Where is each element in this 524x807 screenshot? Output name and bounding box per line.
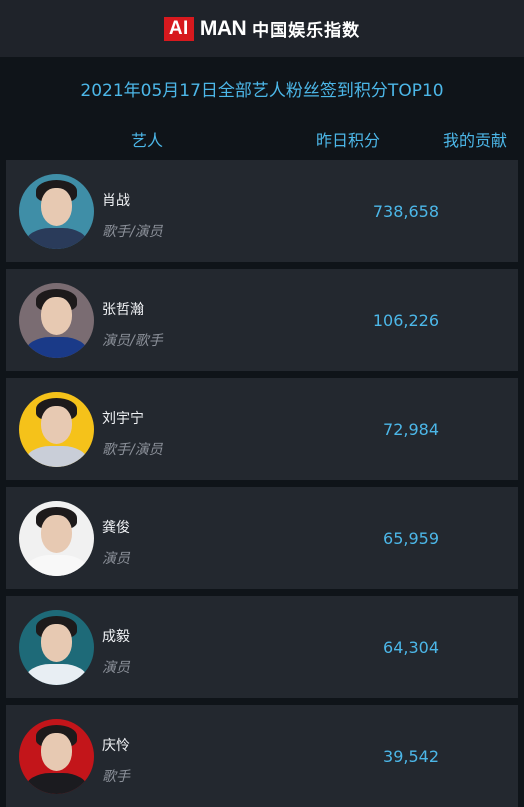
header-bar: AI MAN 中国娱乐指数 xyxy=(0,0,524,57)
avatar-clothes xyxy=(25,773,88,794)
avatar xyxy=(19,392,94,467)
page-title: 2021年05月17日全部艺人粉丝签到积分TOP10 xyxy=(80,80,444,101)
artist-role: 演员 xyxy=(102,660,130,676)
list-item[interactable]: 龚俊 演员 65,959 xyxy=(6,487,518,589)
artist-score: 65,959 xyxy=(383,529,439,548)
list-item[interactable]: 庆怜 歌手 39,542 xyxy=(6,705,518,807)
avatar-clothes xyxy=(25,446,88,467)
list-item[interactable]: 成毅 演员 64,304 xyxy=(6,596,518,698)
artist-score: 738,658 xyxy=(372,202,439,221)
list-item[interactable]: 刘宇宁 歌手/演员 72,984 xyxy=(6,378,518,480)
avatar-clothes xyxy=(25,555,88,576)
artist-role: 歌手/演员 xyxy=(102,442,163,458)
artist-score: 64,304 xyxy=(383,638,439,657)
avatar xyxy=(19,174,94,249)
artist-name: 刘宇宁 xyxy=(102,411,144,427)
list-item[interactable]: 肖战 歌手/演员 738,658 xyxy=(6,160,518,262)
avatar xyxy=(19,283,94,358)
list-item[interactable]: 张哲瀚 演员/歌手 106,226 xyxy=(6,269,518,371)
column-contribution[interactable]: 我的贡献 xyxy=(443,127,507,151)
artist-role: 演员/歌手 xyxy=(102,333,163,349)
avatar-clothes xyxy=(25,664,88,685)
artist-role: 演员 xyxy=(102,551,130,567)
avatar-clothes xyxy=(25,337,88,358)
avatar-clothes xyxy=(25,228,88,249)
artist-name: 肖战 xyxy=(102,193,130,209)
brand-logo-man: MAN xyxy=(199,16,247,40)
artist-name: 张哲瀚 xyxy=(102,302,144,318)
avatar xyxy=(19,719,94,794)
artist-role: 歌手 xyxy=(102,769,130,785)
brand-subtitle: 中国娱乐指数 xyxy=(252,21,361,41)
artist-name: 庆怜 xyxy=(102,738,130,754)
column-headers: 艺人 昨日积分 我的贡献 xyxy=(0,119,524,157)
artist-score: 106,226 xyxy=(372,311,439,330)
column-artist: 艺人 xyxy=(131,131,164,150)
artist-score: 72,984 xyxy=(383,420,439,439)
column-score: 昨日积分 xyxy=(316,131,381,150)
artist-name: 成毅 xyxy=(102,629,130,645)
brand-logo-ai: AI xyxy=(163,16,194,41)
avatar xyxy=(19,501,94,576)
artist-name: 龚俊 xyxy=(102,520,130,536)
ranking-list: 肖战 歌手/演员 738,658 张哲瀚 演员/歌手 106,226 刘宇宁 歌… xyxy=(6,160,518,807)
artist-score: 39,542 xyxy=(383,747,439,766)
avatar xyxy=(19,610,94,685)
artist-role: 歌手/演员 xyxy=(102,224,163,240)
